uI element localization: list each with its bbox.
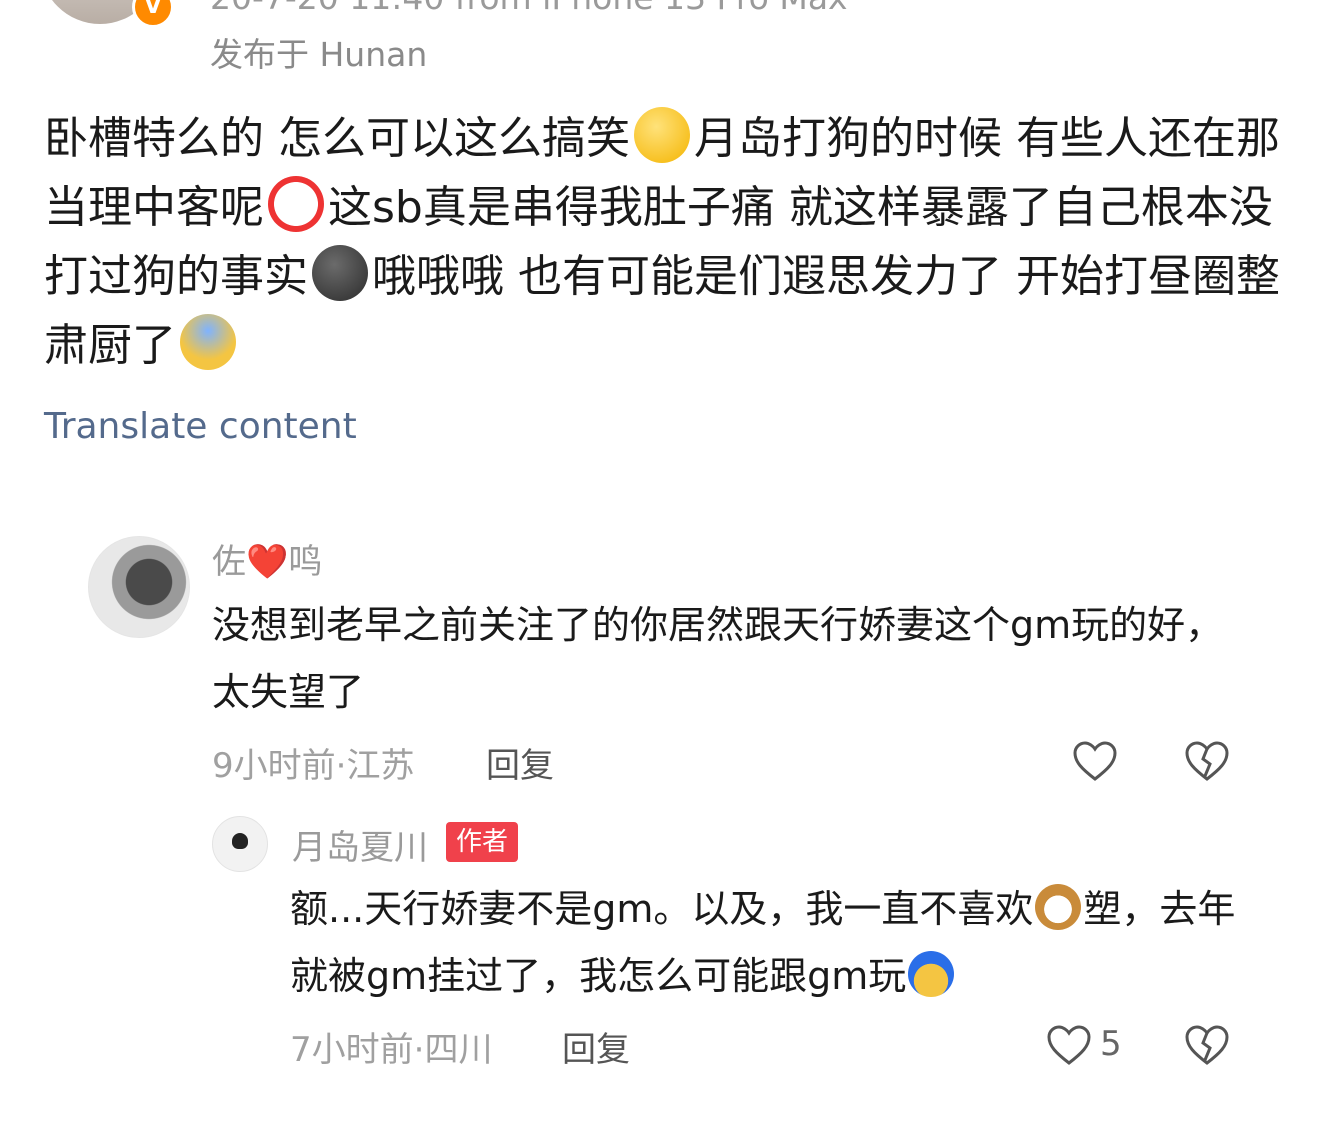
reply-meta: 7小时前·四川 [290, 1030, 493, 1070]
clown-emoji-icon [268, 176, 324, 232]
author-name[interactable]: 月岛夏川 [292, 820, 428, 869]
post-body: 卧槽特么的 怎么可以这么搞笑 月岛打狗的时候 有些人还在那当理中客呢 这sb真是串得… [44, 104, 1284, 380]
dislike-broken-heart-icon[interactable] [1184, 740, 1230, 782]
commenter-name[interactable]: 佐❤️鸣 [212, 534, 322, 583]
laughing-emoji-icon [634, 107, 690, 163]
comment-text: 没想到老早之前关注了的你居然跟天行娇妻这个gm玩的好，太失望了 [212, 603, 1224, 714]
author-avatar[interactable] [212, 816, 268, 872]
reply-text: 额...天行娇妻不是gm。以及，我一直不喜欢 塑，去年就被gm挂过了，我怎么可能跟… [290, 876, 1250, 1010]
dog-face-emoji-icon [1035, 884, 1082, 930]
like-heart-icon[interactable] [1072, 740, 1118, 782]
commenter-avatar[interactable] [88, 536, 190, 638]
reply-reply-button[interactable]: 回复 [562, 1022, 630, 1071]
commenter-name-right: 鸣 [288, 542, 323, 582]
comment-meta: 9小时前·江苏 [212, 746, 415, 786]
comment-reply-button[interactable]: 回复 [486, 738, 554, 787]
scream-emoji-icon [180, 314, 236, 370]
heart-emoji-icon: ❤️ [246, 542, 289, 582]
new-moon-face-emoji-icon [312, 245, 368, 301]
reply-text-1: 额...天行娇妻不是gm。以及，我一直不喜欢 [290, 887, 1034, 931]
post-location: 发布于 Hunan [210, 35, 428, 74]
reply-like-count: 5 [1100, 1024, 1122, 1064]
verified-badge-icon: V [132, 0, 174, 28]
post-text-1: 卧槽特么的 怎么可以这么搞笑 [44, 113, 630, 164]
commenter-name-left: 佐 [212, 542, 246, 582]
blue-face-emoji-icon [908, 951, 955, 997]
reply-dislike-broken-heart-icon[interactable] [1184, 1024, 1230, 1066]
author-badge: 作者 [446, 822, 519, 862]
post-timestamp: 20-7-20 11:40 from iPhone 13 Pro Max [210, 0, 848, 17]
reply-like-heart-icon[interactable] [1046, 1024, 1092, 1066]
translate-content-link[interactable]: Translate content [44, 406, 357, 447]
